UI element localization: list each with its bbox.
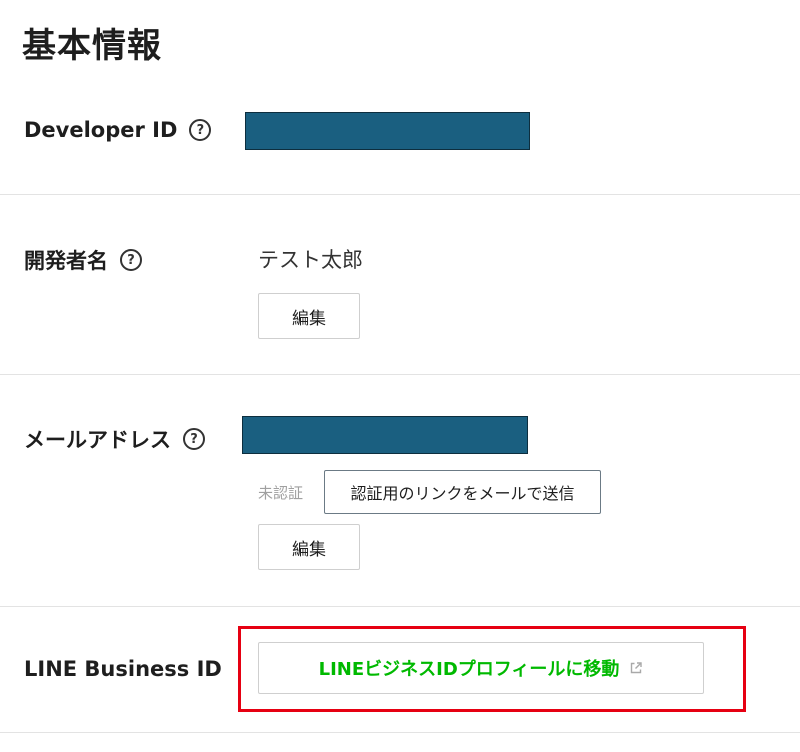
developer-name-label: 開発者名 [24,249,108,273]
divider [0,194,800,195]
email-edit-button[interactable]: 編集 [258,524,360,570]
email-verification-status: 未認証 [258,484,304,502]
developer-name-label-group: 開発者名 ? [24,245,142,275]
divider [0,732,800,733]
help-icon[interactable]: ? [189,119,212,141]
email-label-group: メールアドレス ? [24,424,205,454]
divider [0,374,800,375]
line-business-id-label: LINE Business ID [24,657,222,681]
external-link-icon [629,661,643,675]
developer-name-value: テスト太郎 [258,248,363,272]
line-business-id-label-group: LINE Business ID [24,657,222,681]
developer-name-edit-button[interactable]: 編集 [258,293,360,339]
help-icon[interactable]: ? [183,428,205,450]
divider [0,606,800,607]
developer-id-label: Developer ID [24,118,178,142]
developer-id-label-group: Developer ID ? [24,118,212,142]
email-redacted-value [242,416,528,454]
line-business-id-profile-link[interactable]: LINEビジネスIDプロフィールに移動 [258,642,704,694]
line-business-id-profile-link-label: LINEビジネスIDプロフィールに移動 [318,659,620,680]
send-verification-link-button[interactable]: 認証用のリンクをメールで送信 [324,470,601,514]
developer-id-redacted-value [245,112,530,150]
page-title: 基本情報 [22,26,162,66]
email-label: メールアドレス [24,428,171,452]
help-icon[interactable]: ? [120,249,142,271]
